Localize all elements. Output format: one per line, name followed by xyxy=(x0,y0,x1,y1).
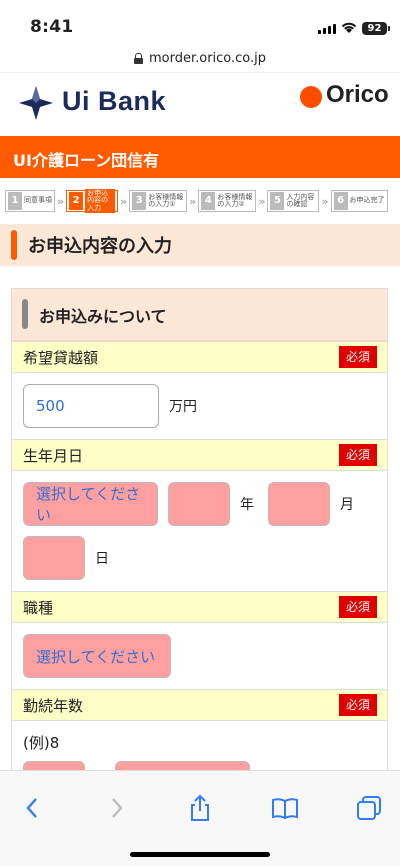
orico-logo: Orico xyxy=(326,81,389,108)
uibank-star-icon xyxy=(19,86,53,120)
step-label: お客様情報の入力① xyxy=(148,192,184,208)
step-2: 2 お申込内容の入力 xyxy=(66,188,119,214)
url-text: morder.orico.co.jp xyxy=(148,50,267,66)
required-badge: 必須 xyxy=(339,444,377,466)
home-indicator xyxy=(130,852,270,857)
years-label: 勤続年数 xyxy=(23,696,84,715)
step-label: お申込完了 xyxy=(349,196,385,205)
step-label: お申込内容の入力 xyxy=(85,188,116,214)
wifi-icon xyxy=(341,22,357,33)
logo-bank: Bank xyxy=(98,86,167,116)
step-num: 3 xyxy=(132,192,147,210)
job-label: 職種 xyxy=(23,598,54,617)
day-unit: 日 xyxy=(95,551,109,567)
loan-amount-input[interactable]: 500 xyxy=(23,384,159,428)
card-header: お申込みについて xyxy=(12,289,387,341)
required-badge: 必須 xyxy=(339,596,377,618)
section-accent xyxy=(11,230,17,260)
step-arrow-icon: » xyxy=(57,194,65,208)
step-arrow-icon: » xyxy=(189,194,197,208)
lock-icon xyxy=(133,52,143,64)
card-accent xyxy=(22,299,28,329)
application-card: お申込みについて 希望貸越額 必須 500 万円 生年月日 必須 選択してくださ… xyxy=(11,288,388,817)
book-icon[interactable] xyxy=(270,793,300,823)
chevron-right-icon[interactable] xyxy=(102,793,132,823)
step-5: 5 入力内容の確認 xyxy=(267,190,320,212)
step-label: 同意事項 xyxy=(24,196,52,205)
step-num: 1 xyxy=(8,192,22,210)
step-arrow-icon: » xyxy=(258,194,266,208)
birth-era-select[interactable]: 選択してください xyxy=(23,482,158,526)
year-unit: 年 xyxy=(240,497,254,513)
birthdate-body: 選択してください 年 月 日 xyxy=(12,471,387,591)
step-num: 5 xyxy=(270,192,285,210)
years-example: (例)8 xyxy=(23,734,60,752)
birth-year-input[interactable] xyxy=(168,482,230,526)
required-badge: 必須 xyxy=(339,694,377,716)
years-label-row: 勤続年数 必須 xyxy=(12,689,387,721)
status-time: 8:41 xyxy=(30,17,74,37)
birth-day-input[interactable] xyxy=(23,536,85,580)
birthdate-label: 生年月日 xyxy=(23,446,84,465)
logo-prefix: Ui xyxy=(62,86,90,116)
loan-amount-label: 希望貸越額 xyxy=(23,348,99,367)
card-title: お申込みについて xyxy=(39,306,167,326)
step-1: 1 同意事項 xyxy=(5,190,55,212)
orico-logo-icon xyxy=(300,86,322,108)
product-title: UI介護ローン団信有 xyxy=(0,136,400,178)
status-bar: 8:41 92 xyxy=(0,0,400,44)
step-4: 4 お客様情報の入力② xyxy=(198,190,257,212)
required-badge: 必須 xyxy=(339,346,377,368)
site-header: Ui Bank Orico xyxy=(0,72,400,136)
step-indicator: 1 同意事項 » 2 お申込内容の入力 » 3 お客様情報の入力① » 4 お客様情報の… xyxy=(0,178,400,224)
birth-month-input[interactable] xyxy=(268,482,330,526)
tabs-icon[interactable] xyxy=(354,793,384,823)
loan-amount-unit: 万円 xyxy=(169,399,197,415)
step-3: 3 お客様情報の入力① xyxy=(129,190,188,212)
battery-icon: 92 xyxy=(362,22,390,35)
signal-icon xyxy=(318,24,336,34)
section-title: お申込内容の入力 xyxy=(28,236,172,257)
job-body: 選択してください xyxy=(12,623,387,689)
job-select[interactable]: 選択してください xyxy=(23,634,171,678)
loan-amount-body: 500 万円 xyxy=(12,373,387,439)
step-label: 入力内容の確認 xyxy=(286,192,315,208)
step-num: 6 xyxy=(333,192,348,210)
uibank-logo[interactable]: Ui Bank xyxy=(62,86,166,117)
section-header: お申込内容の入力 xyxy=(0,224,400,266)
job-label-row: 職種 必須 xyxy=(12,591,387,623)
birthdate-label-row: 生年月日 必須 xyxy=(12,439,387,471)
step-label: お客様情報の入力② xyxy=(217,192,253,208)
step-6: 6 お申込完了 xyxy=(330,190,388,212)
chevron-left-icon[interactable] xyxy=(17,793,47,823)
address-bar[interactable]: morder.orico.co.jp xyxy=(0,44,400,72)
step-arrow-icon: » xyxy=(321,194,329,208)
share-icon[interactable] xyxy=(185,793,215,823)
step-num: 2 xyxy=(69,192,84,210)
loan-amount-label-row: 希望貸越額 必須 xyxy=(12,341,387,373)
month-unit: 月 xyxy=(340,497,354,513)
step-num: 4 xyxy=(201,192,216,210)
step-arrow-icon: » xyxy=(120,194,128,208)
